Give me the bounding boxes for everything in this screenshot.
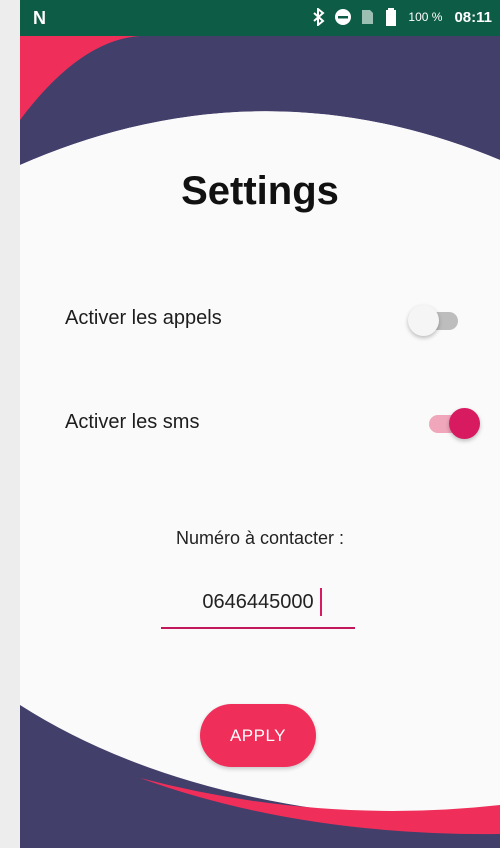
status-icons: 100 % 08:11 [310,8,492,26]
calls-label: Activer les appels [65,307,222,329]
calls-toggle-thumb [408,305,439,336]
bluetooth-icon [310,8,328,26]
do-not-disturb-icon [334,8,352,26]
calls-toggle[interactable] [408,303,468,337]
battery-percent: 100 % [408,10,443,24]
phone-number-label: Numéro à contacter : [175,528,345,548]
input-underline [161,627,355,629]
phone-number-input[interactable] [161,580,355,624]
phone-number-field [161,580,355,632]
apply-button[interactable]: APPLY [200,704,316,767]
page-title: Settings [181,169,339,213]
status-bar: N 100 % 08:11 [20,0,500,36]
sms-toggle-thumb [449,408,480,439]
no-sim-icon [358,8,376,26]
text-cursor [320,588,322,616]
page: N 100 % 08:11 Settings Activer les appel… [0,0,500,848]
n-logo-icon: N [33,8,46,28]
settings-content: Settings Activer les appels Activer les … [20,0,500,848]
phone-screen: N 100 % 08:11 Settings Activer les appel… [20,0,500,848]
battery-icon [382,8,400,26]
sms-toggle[interactable] [423,406,483,440]
clock: 08:11 [454,8,492,26]
sms-label: Activer les sms [65,411,200,433]
